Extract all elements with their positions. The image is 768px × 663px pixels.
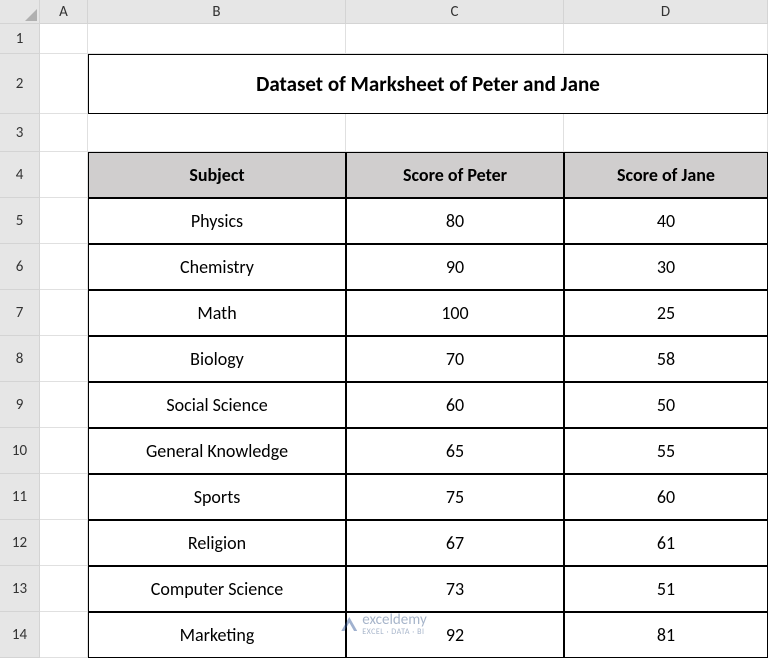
cell-a10[interactable] xyxy=(40,428,88,474)
cell-a2[interactable] xyxy=(40,54,88,114)
cell-jane[interactable]: 40 xyxy=(564,198,768,244)
col-header-c[interactable]: C xyxy=(346,0,564,24)
cell-c1[interactable] xyxy=(346,24,564,54)
cell-subject[interactable]: Social Science xyxy=(88,382,346,428)
row-header-14[interactable]: 14 xyxy=(0,612,40,658)
dataset-title[interactable]: Dataset of Marksheet of Peter and Jane xyxy=(88,54,768,114)
cell-d1[interactable] xyxy=(564,24,768,54)
col-header-a[interactable]: A xyxy=(40,0,88,24)
cell-subject[interactable]: Marketing xyxy=(88,612,346,658)
row-header-4[interactable]: 4 xyxy=(0,152,40,198)
cell-jane[interactable]: 30 xyxy=(564,244,768,290)
cell-subject[interactable]: Chemistry xyxy=(88,244,346,290)
row-header-6[interactable]: 6 xyxy=(0,244,40,290)
cell-subject[interactable]: General Knowledge xyxy=(88,428,346,474)
cell-a1[interactable] xyxy=(40,24,88,54)
row-header-12[interactable]: 12 xyxy=(0,520,40,566)
header-peter[interactable]: Score of Peter xyxy=(346,152,564,198)
cell-subject[interactable]: Math xyxy=(88,290,346,336)
cell-peter[interactable]: 92 xyxy=(346,612,564,658)
cell-peter[interactable]: 70 xyxy=(346,336,564,382)
cell-a9[interactable] xyxy=(40,382,88,428)
select-all-corner[interactable] xyxy=(0,0,40,24)
cell-a5[interactable] xyxy=(40,198,88,244)
cell-jane[interactable]: 61 xyxy=(564,520,768,566)
cell-jane[interactable]: 81 xyxy=(564,612,768,658)
cell-peter[interactable]: 80 xyxy=(346,198,564,244)
cell-a8[interactable] xyxy=(40,336,88,382)
cell-c3[interactable] xyxy=(346,114,564,152)
cell-a6[interactable] xyxy=(40,244,88,290)
cell-peter[interactable]: 60 xyxy=(346,382,564,428)
cell-a3[interactable] xyxy=(40,114,88,152)
cell-b1[interactable] xyxy=(88,24,346,54)
cell-peter[interactable]: 100 xyxy=(346,290,564,336)
row-header-10[interactable]: 10 xyxy=(0,428,40,474)
row-header-7[interactable]: 7 xyxy=(0,290,40,336)
row-header-3[interactable]: 3 xyxy=(0,114,40,152)
row-header-5[interactable]: 5 xyxy=(0,198,40,244)
spreadsheet-grid: A B C D 1 2 Dataset of Marksheet of Pete… xyxy=(0,0,768,658)
col-header-d[interactable]: D xyxy=(564,0,768,24)
cell-a12[interactable] xyxy=(40,520,88,566)
cell-subject[interactable]: Sports xyxy=(88,474,346,520)
header-subject[interactable]: Subject xyxy=(88,152,346,198)
row-header-11[interactable]: 11 xyxy=(0,474,40,520)
cell-a13[interactable] xyxy=(40,566,88,612)
cell-a7[interactable] xyxy=(40,290,88,336)
cell-peter[interactable]: 65 xyxy=(346,428,564,474)
cell-a4[interactable] xyxy=(40,152,88,198)
cell-a14[interactable] xyxy=(40,612,88,658)
row-header-1[interactable]: 1 xyxy=(0,24,40,54)
cell-jane[interactable]: 51 xyxy=(564,566,768,612)
cell-subject[interactable]: Physics xyxy=(88,198,346,244)
col-header-b[interactable]: B xyxy=(88,0,346,24)
cell-subject[interactable]: Biology xyxy=(88,336,346,382)
cell-jane[interactable]: 50 xyxy=(564,382,768,428)
cell-b3[interactable] xyxy=(88,114,346,152)
cell-peter[interactable]: 67 xyxy=(346,520,564,566)
row-header-9[interactable]: 9 xyxy=(0,382,40,428)
cell-peter[interactable]: 75 xyxy=(346,474,564,520)
cell-jane[interactable]: 25 xyxy=(564,290,768,336)
cell-jane[interactable]: 60 xyxy=(564,474,768,520)
header-jane[interactable]: Score of Jane xyxy=(564,152,768,198)
cell-subject[interactable]: Religion xyxy=(88,520,346,566)
cell-peter[interactable]: 73 xyxy=(346,566,564,612)
cell-d3[interactable] xyxy=(564,114,768,152)
cell-subject[interactable]: Computer Science xyxy=(88,566,346,612)
row-header-8[interactable]: 8 xyxy=(0,336,40,382)
cell-peter[interactable]: 90 xyxy=(346,244,564,290)
cell-a11[interactable] xyxy=(40,474,88,520)
row-header-13[interactable]: 13 xyxy=(0,566,40,612)
row-header-2[interactable]: 2 xyxy=(0,54,40,114)
cell-jane[interactable]: 55 xyxy=(564,428,768,474)
cell-jane[interactable]: 58 xyxy=(564,336,768,382)
